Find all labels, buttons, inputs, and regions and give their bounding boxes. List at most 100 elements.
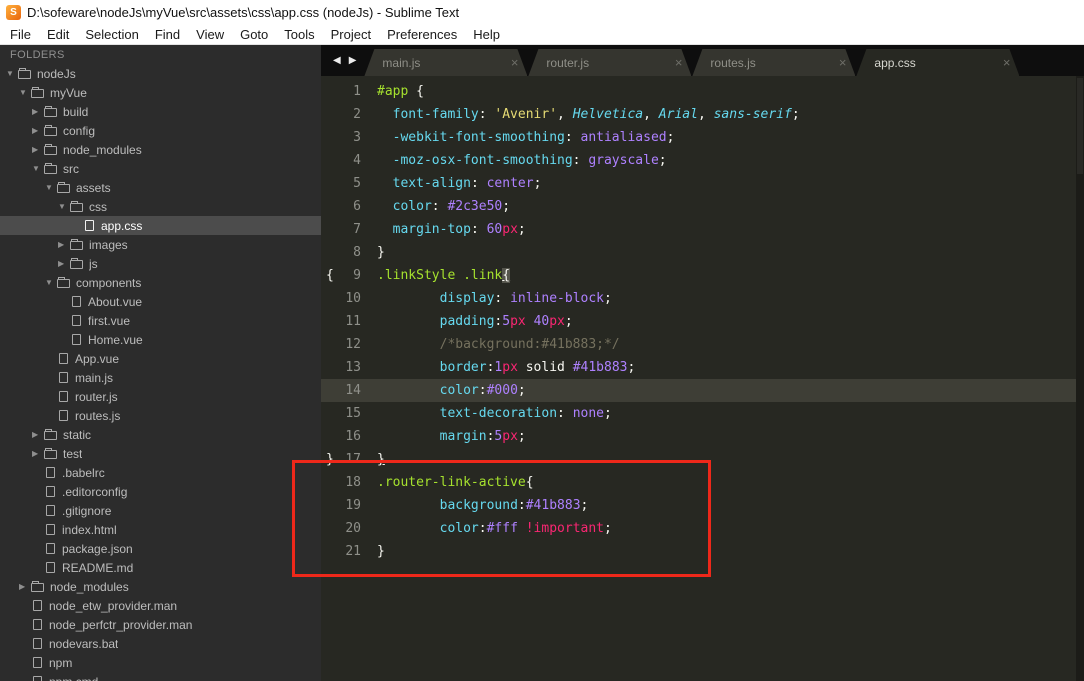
menu-item-view[interactable]: View bbox=[188, 25, 232, 44]
tree-file-.babelrc[interactable]: .babelrc bbox=[0, 463, 321, 482]
chevron-right-icon[interactable]: ▶ bbox=[19, 582, 30, 591]
code-line-14[interactable]: 14 color:#000; bbox=[321, 379, 1084, 402]
line-number: 1 bbox=[353, 84, 361, 99]
code-line-11[interactable]: 11 padding:5px 40px; bbox=[321, 310, 1084, 333]
menu-item-tools[interactable]: Tools bbox=[276, 25, 322, 44]
code-line-17[interactable]: } 17} bbox=[321, 448, 1084, 471]
token-prop: text-decoration bbox=[439, 406, 558, 421]
tree-file-node_etw_provider.man[interactable]: node_etw_provider.man bbox=[0, 596, 321, 615]
tree-folder-myVue[interactable]: ▼ myVue bbox=[0, 83, 321, 102]
code-text: } bbox=[377, 540, 385, 563]
folder-icon bbox=[70, 239, 83, 250]
code-line-15[interactable]: 15 text-decoration: none; bbox=[321, 402, 1084, 425]
tab-routes.js[interactable]: routes.js × bbox=[692, 49, 855, 76]
tree-item-label: app.css bbox=[101, 218, 143, 233]
code-line-3[interactable]: 3 -webkit-font-smoothing: antialiased; bbox=[321, 126, 1084, 149]
tree-folder-js[interactable]: ▶ js bbox=[0, 254, 321, 273]
code-line-21[interactable]: 21} bbox=[321, 540, 1084, 563]
code-line-13[interactable]: 13 border:1px solid #41b883; bbox=[321, 356, 1084, 379]
code-line-16[interactable]: 16 margin:5px; bbox=[321, 425, 1084, 448]
code-line-9[interactable]: {9 .linkStyle .link{ bbox=[321, 264, 1084, 287]
code-line-19[interactable]: 19 background:#41b883; bbox=[321, 494, 1084, 517]
tree-file-README.md[interactable]: README.md bbox=[0, 558, 321, 577]
code-line-18[interactable]: 18 .router-link-active{ bbox=[321, 471, 1084, 494]
tree-file-main.js[interactable]: main.js bbox=[0, 368, 321, 387]
code-line-5[interactable]: 5 text-align: center; bbox=[321, 172, 1084, 195]
tree-folder-node_modules[interactable]: ▶ node_modules bbox=[0, 577, 321, 596]
chevron-down-icon[interactable]: ▼ bbox=[32, 164, 43, 173]
tab-close-icon[interactable]: × bbox=[667, 55, 683, 70]
tree-folder-test[interactable]: ▶ test bbox=[0, 444, 321, 463]
tree-file-index.html[interactable]: index.html bbox=[0, 520, 321, 539]
code-line-12[interactable]: 12 /*background:#41b883;*/ bbox=[321, 333, 1084, 356]
code-line-10[interactable]: 10 display: inline-block; bbox=[321, 287, 1084, 310]
tree-folder-nodeJs[interactable]: ▼ nodeJs bbox=[0, 64, 321, 83]
tree-file-package.json[interactable]: package.json bbox=[0, 539, 321, 558]
chevron-down-icon[interactable]: ▼ bbox=[6, 69, 17, 78]
tree-folder-config[interactable]: ▶ config bbox=[0, 121, 321, 140]
tree-folder-src[interactable]: ▼ src bbox=[0, 159, 321, 178]
tree-file-.editorconfig[interactable]: .editorconfig bbox=[0, 482, 321, 501]
menu-item-edit[interactable]: Edit bbox=[39, 25, 77, 44]
code-editor[interactable]: 1 #app {2 font-family: 'Avenir', Helvetic… bbox=[321, 76, 1084, 681]
tab-app.css[interactable]: app.css × bbox=[856, 49, 1019, 76]
tree-file-first.vue[interactable]: first.vue bbox=[0, 311, 321, 330]
tree-file-App.vue[interactable]: App.vue bbox=[0, 349, 321, 368]
tree-folder-static[interactable]: ▶ static bbox=[0, 425, 321, 444]
chevron-down-icon[interactable]: ▼ bbox=[45, 278, 56, 287]
code-line-1[interactable]: 1 #app { bbox=[321, 80, 1084, 103]
tab-nav-back-icon[interactable]: ◀ bbox=[333, 55, 341, 66]
bracket-gutter-icon: { bbox=[326, 268, 334, 283]
code-line-4[interactable]: 4 -moz-osx-font-smoothing: grayscale; bbox=[321, 149, 1084, 172]
tab-close-icon[interactable]: × bbox=[831, 55, 847, 70]
chevron-right-icon[interactable]: ▶ bbox=[32, 449, 43, 458]
chevron-down-icon[interactable]: ▼ bbox=[19, 88, 30, 97]
tree-folder-components[interactable]: ▼ components bbox=[0, 273, 321, 292]
code-line-20[interactable]: 20 color:#fff !important; bbox=[321, 517, 1084, 540]
tree-file-app.css[interactable]: app.css bbox=[0, 216, 321, 235]
tree-file-routes.js[interactable]: routes.js bbox=[0, 406, 321, 425]
code-line-2[interactable]: 2 font-family: 'Avenir', Helvetica, Aria… bbox=[321, 103, 1084, 126]
tab-main.js[interactable]: main.js × bbox=[364, 49, 527, 76]
tree-file-nodevars.bat[interactable]: nodevars.bat bbox=[0, 634, 321, 653]
tree-file-npm[interactable]: npm bbox=[0, 653, 321, 672]
chevron-right-icon[interactable]: ▶ bbox=[32, 145, 43, 154]
menu-item-help[interactable]: Help bbox=[465, 25, 508, 44]
tab-nav-forward-icon[interactable]: ▶ bbox=[349, 55, 357, 66]
tree-file-Home.vue[interactable]: Home.vue bbox=[0, 330, 321, 349]
minimap-scrollbar[interactable] bbox=[1076, 76, 1084, 681]
menu-item-project[interactable]: Project bbox=[323, 25, 379, 44]
chevron-down-icon[interactable]: ▼ bbox=[58, 202, 69, 211]
tree-folder-css[interactable]: ▼ css bbox=[0, 197, 321, 216]
chevron-right-icon[interactable]: ▶ bbox=[58, 240, 69, 249]
tab-router.js[interactable]: router.js × bbox=[528, 49, 691, 76]
code-text: margin:5px; bbox=[377, 425, 526, 448]
chevron-right-icon[interactable]: ▶ bbox=[32, 430, 43, 439]
code-line-8[interactable]: 8} bbox=[321, 241, 1084, 264]
chevron-right-icon[interactable]: ▶ bbox=[32, 126, 43, 135]
tree-file-node_perfctr_provider.man[interactable]: node_perfctr_provider.man bbox=[0, 615, 321, 634]
tree-folder-assets[interactable]: ▼ assets bbox=[0, 178, 321, 197]
chevron-right-icon[interactable]: ▶ bbox=[58, 259, 69, 268]
tree-file-router.js[interactable]: router.js bbox=[0, 387, 321, 406]
tab-close-icon[interactable]: × bbox=[995, 55, 1011, 70]
chevron-right-icon[interactable]: ▶ bbox=[32, 107, 43, 116]
menu-item-file[interactable]: File bbox=[2, 25, 39, 44]
token-punc: ; bbox=[604, 521, 612, 536]
tree-file-.gitignore[interactable]: .gitignore bbox=[0, 501, 321, 520]
tree-file-About.vue[interactable]: About.vue bbox=[0, 292, 321, 311]
menu-item-preferences[interactable]: Preferences bbox=[379, 25, 465, 44]
tree-folder-build[interactable]: ▶ build bbox=[0, 102, 321, 121]
tree-folder-node_modules[interactable]: ▶ node_modules bbox=[0, 140, 321, 159]
tab-close-icon[interactable]: × bbox=[503, 55, 519, 70]
menu-item-find[interactable]: Find bbox=[147, 25, 188, 44]
tab-label: routes.js bbox=[710, 55, 756, 70]
tree-folder-images[interactable]: ▶ images bbox=[0, 235, 321, 254]
menu-item-goto[interactable]: Goto bbox=[232, 25, 276, 44]
tabs: main.js × router.js × routes.js × app.css × bbox=[364, 45, 1020, 76]
chevron-down-icon[interactable]: ▼ bbox=[45, 183, 56, 192]
menu-item-selection[interactable]: Selection bbox=[77, 25, 146, 44]
code-line-6[interactable]: 6 color: #2c3e50; bbox=[321, 195, 1084, 218]
code-line-7[interactable]: 7 margin-top: 60px; bbox=[321, 218, 1084, 241]
tree-file-npm.cmd[interactable]: npm.cmd bbox=[0, 672, 321, 681]
